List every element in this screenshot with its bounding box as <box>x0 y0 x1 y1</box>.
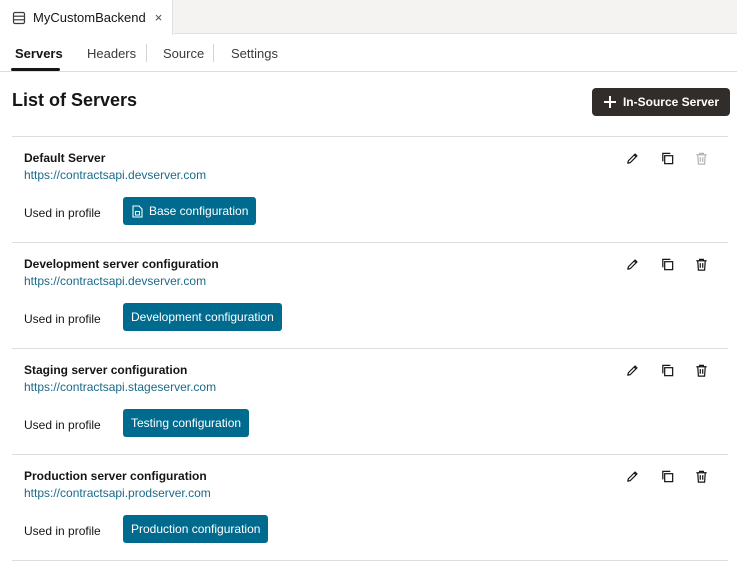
page-title: List of Servers <box>12 90 138 110</box>
trash-icon <box>695 470 707 483</box>
duplicate-button[interactable] <box>658 361 676 379</box>
list-divider <box>12 560 728 561</box>
editor-tabstrip: MyCustomBackend × <box>0 0 737 35</box>
server-url-link[interactable]: https://contractsapi.stageserver.com <box>24 380 216 394</box>
pencil-icon <box>626 258 638 270</box>
profile-chip-label: Base configuration <box>149 204 249 218</box>
used-in-profile-label: Used in profile <box>24 418 101 432</box>
server-card: Default Server https://contractsapi.devs… <box>12 136 728 242</box>
profile-chip[interactable]: Testing configuration <box>123 409 250 437</box>
server-card: Staging server configuration https://con… <box>12 348 728 454</box>
pencil-icon <box>626 470 638 482</box>
add-in-source-server-button[interactable]: In-Source Server <box>592 88 730 116</box>
editor-tab[interactable]: MyCustomBackend × <box>0 0 173 35</box>
delete-button[interactable] <box>692 361 710 379</box>
used-in-profile-label: Used in profile <box>24 524 101 538</box>
tab-headers[interactable]: Headers <box>87 46 136 61</box>
server-card: Production server configuration https://… <box>12 454 728 560</box>
profile-chip[interactable]: Base configuration <box>123 197 257 225</box>
tab-divider <box>213 44 214 62</box>
plus-icon <box>603 96 616 108</box>
edit-button[interactable] <box>623 361 641 379</box>
edit-button[interactable] <box>623 467 641 485</box>
profile-chip[interactable]: Production configuration <box>123 515 269 543</box>
used-in-profile-label: Used in profile <box>24 312 101 326</box>
tab-source[interactable]: Source <box>163 46 204 61</box>
tab-servers[interactable]: Servers <box>15 46 63 61</box>
trash-icon <box>695 258 707 271</box>
pencil-icon <box>626 152 638 164</box>
server-name: Default Server <box>24 151 106 165</box>
server-url-link[interactable]: https://contractsapi.devserver.com <box>24 274 206 288</box>
copy-icon <box>661 152 673 164</box>
profile-chip-label: Production configuration <box>131 522 261 536</box>
delete-button[interactable] <box>692 255 710 273</box>
duplicate-button[interactable] <box>658 149 676 167</box>
profile-chip-label: Development configuration <box>131 310 274 324</box>
tab-settings[interactable]: Settings <box>231 46 278 61</box>
editor-tab-title: MyCustomBackend <box>33 10 146 25</box>
server-list: Default Server https://contractsapi.devs… <box>12 136 728 561</box>
copy-icon <box>661 258 673 270</box>
trash-icon <box>695 364 707 377</box>
database-icon <box>12 11 26 24</box>
server-url-link[interactable]: https://contractsapi.prodserver.com <box>24 486 211 500</box>
duplicate-button[interactable] <box>658 467 676 485</box>
trash-icon <box>695 152 707 165</box>
copy-icon <box>661 364 673 376</box>
server-name: Staging server configuration <box>24 363 188 377</box>
tab-divider <box>146 44 147 62</box>
active-tab-indicator <box>11 68 60 71</box>
add-button-label: In-Source Server <box>622 95 720 109</box>
server-url-link[interactable]: https://contractsapi.devserver.com <box>24 168 206 182</box>
duplicate-button[interactable] <box>658 255 676 273</box>
delete-button[interactable] <box>692 149 710 167</box>
server-name: Development server configuration <box>24 257 219 271</box>
edit-button[interactable] <box>623 255 641 273</box>
copy-icon <box>661 470 673 482</box>
server-name: Production server configuration <box>24 469 207 483</box>
close-icon[interactable]: × <box>155 11 163 24</box>
used-in-profile-label: Used in profile <box>24 206 101 220</box>
profile-chip-label: Testing configuration <box>131 416 242 430</box>
document-icon <box>132 204 143 218</box>
pencil-icon <box>626 364 638 376</box>
edit-button[interactable] <box>623 149 641 167</box>
server-card: Development server configuration https:/… <box>12 242 728 348</box>
profile-chip[interactable]: Development configuration <box>123 303 282 331</box>
delete-button[interactable] <box>692 467 710 485</box>
